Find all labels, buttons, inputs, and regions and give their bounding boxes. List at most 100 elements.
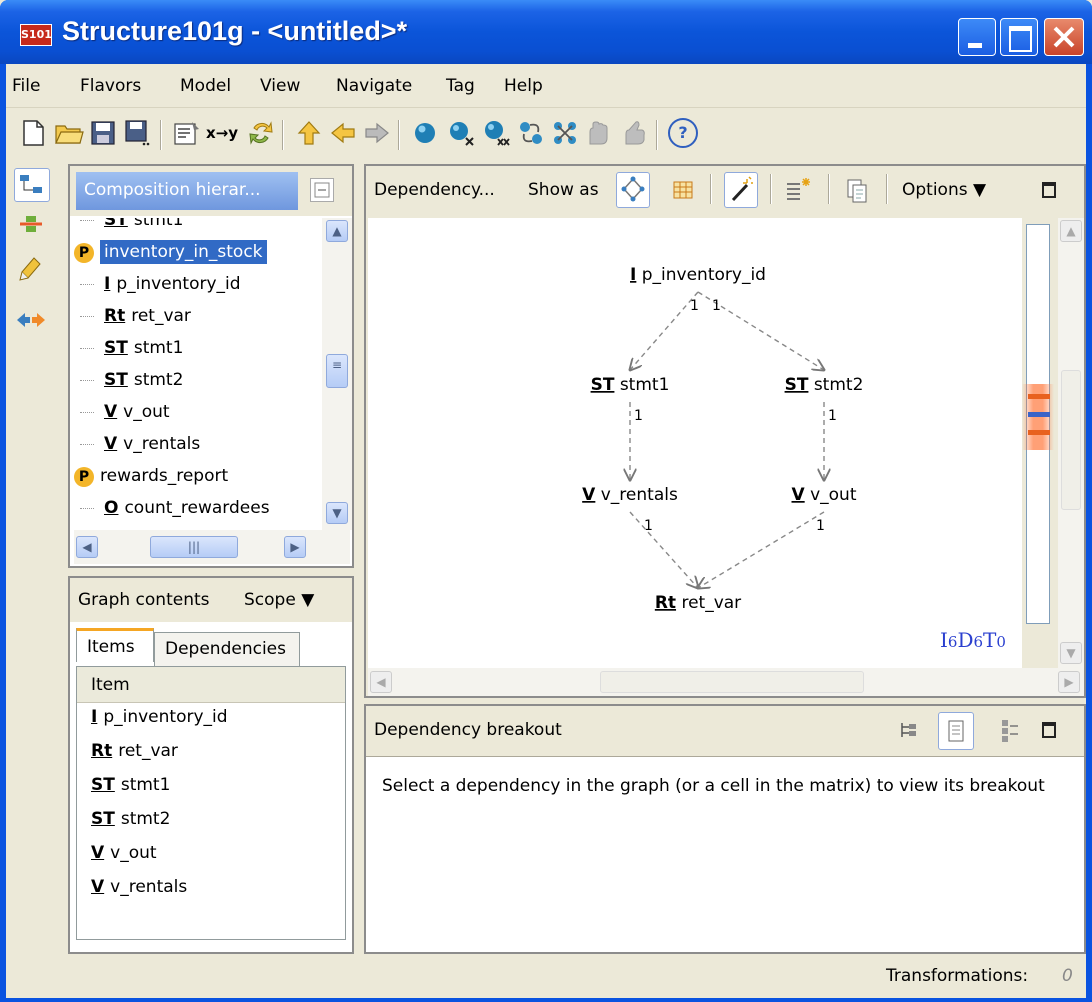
dependency-edge[interactable] [629,511,698,588]
menu-model[interactable]: Model [180,76,231,96]
list-view-button[interactable] [938,712,974,750]
dependency-graph[interactable]: 1 11 11 1I p_inventory_idST stmt1 ST stmt2V … [368,218,1022,668]
menu-flavors[interactable]: Flavors [80,76,141,96]
tree-item[interactable]: ST stmt2 [74,366,322,398]
tree-item[interactable]: Vv_out [74,398,322,430]
slider-marker[interactable] [1028,412,1050,417]
tree-item[interactable]: Rt ret_var [74,302,322,334]
tree-item[interactable]: ST stmt1 [74,334,322,366]
copy-button[interactable] [842,174,872,206]
counter-d-value: 6 [973,633,984,651]
scroll-thumb[interactable]: ≡ [326,354,348,388]
scroll-left-button[interactable]: ◀ [76,536,98,558]
graph-node-v-out[interactable]: V v_out [792,485,857,505]
menu-tag[interactable]: Tag [446,76,475,96]
scroll-right-button[interactable]: ▶ [284,536,306,558]
slice-perspective-button[interactable] [14,250,50,284]
slider-marker[interactable] [1028,430,1050,435]
composition-vertical-scrollbar[interactable]: ▲ ≡ ▼ [322,218,352,530]
scroll-up-button[interactable]: ▲ [326,220,348,242]
list-item[interactable]: Vv_rentals [91,877,187,909]
list-item[interactable]: Rt ret_var [91,741,178,773]
hierarchy-view-button[interactable] [996,716,1024,746]
close-button[interactable] [1044,18,1084,56]
tree-item[interactable]: ST stmt1 [74,218,322,238]
save-as-icon[interactable] [122,118,152,148]
show-as-graph-button[interactable] [616,172,650,208]
scroll-right-button[interactable]: ▶ [1058,671,1080,693]
tree-item-label: v_rentals [123,434,201,454]
open-folder-icon[interactable] [54,118,84,148]
graph-node-ret-var[interactable]: Rt ret_var [655,593,741,613]
composition-tree[interactable]: ST stmt1 Pinventory_in_stock Ip_inventory_i… [74,218,322,528]
maximize-panel-icon[interactable] [1042,182,1056,198]
hscroll-thumb[interactable] [600,671,864,693]
graph-node-stmt2[interactable]: ST stmt2 [785,375,864,395]
xy-transform-icon[interactable]: x→y [206,118,242,148]
new-file-icon[interactable] [18,118,48,148]
tree-item[interactable]: Pinventory_in_stock [74,238,322,270]
maximize-panel-icon[interactable] [1042,722,1056,738]
back-arrow-icon[interactable] [328,118,358,148]
maximize-button[interactable] [1000,18,1038,56]
forward-arrow-icon[interactable] [362,118,392,148]
up-arrow-icon[interactable] [294,118,324,148]
show-as-matrix-button[interactable] [668,174,698,206]
magic-wand-button[interactable] [724,172,758,208]
dependency-perspective-button[interactable] [14,304,50,338]
point-hand-disabled-icon[interactable] [618,118,648,148]
hscroll-thumb[interactable]: ||| [150,536,238,558]
column-header-item[interactable]: Item [77,667,345,703]
tab-items[interactable]: Items [76,628,154,662]
save-icon[interactable] [88,118,118,148]
dependency-graph-canvas[interactable]: 111111I p_inventory_id ST stmt1 ST stmt2 V … [368,218,1022,668]
tree-view-button[interactable] [896,718,922,744]
composition-perspective-button[interactable] [14,168,50,202]
list-item[interactable]: Vv_out [91,843,157,875]
minimize-button[interactable] [958,18,996,56]
graph-view-icon [621,176,645,202]
scroll-down-button[interactable]: ▼ [1060,642,1082,664]
scroll-up-button[interactable]: ▲ [1060,220,1082,242]
menu-file[interactable]: File [12,76,40,96]
menu-view[interactable]: View [260,76,300,96]
tab-dependencies[interactable]: Dependencies [154,632,300,666]
graph-node-p-inventory-id[interactable]: I p_inventory_id [630,265,766,285]
list-item[interactable]: Ip_inventory_id [91,707,228,739]
menu-navigate[interactable]: Navigate [336,76,412,96]
slider-marker[interactable] [1028,394,1050,399]
properties-icon[interactable] [172,118,202,148]
title-bar[interactable]: S101 Structure101g - <untitled>* [0,0,1092,64]
options-dropdown[interactable]: Options ▼ [902,180,986,200]
graph-node-v-rentals[interactable]: V v_rentals [582,485,678,505]
composition-panel-title[interactable]: Composition hierar... [76,172,298,210]
sphere-xx-icon[interactable] [482,118,512,148]
graph-vertical-scrollbar[interactable]: ▲ ▼ [1058,218,1084,668]
menu-help[interactable]: Help [504,76,543,96]
refresh-icon[interactable] [246,118,276,148]
dependency-edge[interactable] [698,511,825,588]
help-icon[interactable]: ? [668,118,698,148]
scroll-down-button[interactable]: ▼ [326,502,348,524]
scope-dropdown[interactable]: Scope ▼ [244,590,314,610]
scroll-left-button[interactable]: ◀ [370,671,392,693]
graph-horizontal-scrollbar[interactable]: ◀ ▶ [368,668,1084,696]
tree-item[interactable]: Vv_rentals [74,430,322,462]
tree-item[interactable]: Ocount_rewardees [74,494,322,526]
highlight-button[interactable] [782,174,812,206]
tree-item[interactable]: Prewards_report [74,462,322,494]
sphere-x-icon[interactable] [446,118,476,148]
dependency-edge[interactable] [630,291,699,370]
graph-node-stmt1[interactable]: ST stmt1 [591,375,670,395]
tangle-icon[interactable] [550,118,580,148]
collapse-all-button[interactable] [310,178,334,202]
composition-horizontal-scrollbar[interactable]: ◀ ||| ▶ [74,530,350,564]
list-item[interactable]: ST stmt1 [91,775,170,807]
cycle-nodes-icon[interactable] [516,118,546,148]
list-item[interactable]: ST stmt2 [91,809,170,841]
levelized-perspective-button[interactable] [14,210,50,244]
tree-item[interactable]: Ip_inventory_id [74,270,322,302]
scroll-thumb[interactable] [1061,370,1081,510]
grab-hand-disabled-icon[interactable] [584,118,614,148]
sphere-icon[interactable] [410,118,440,148]
